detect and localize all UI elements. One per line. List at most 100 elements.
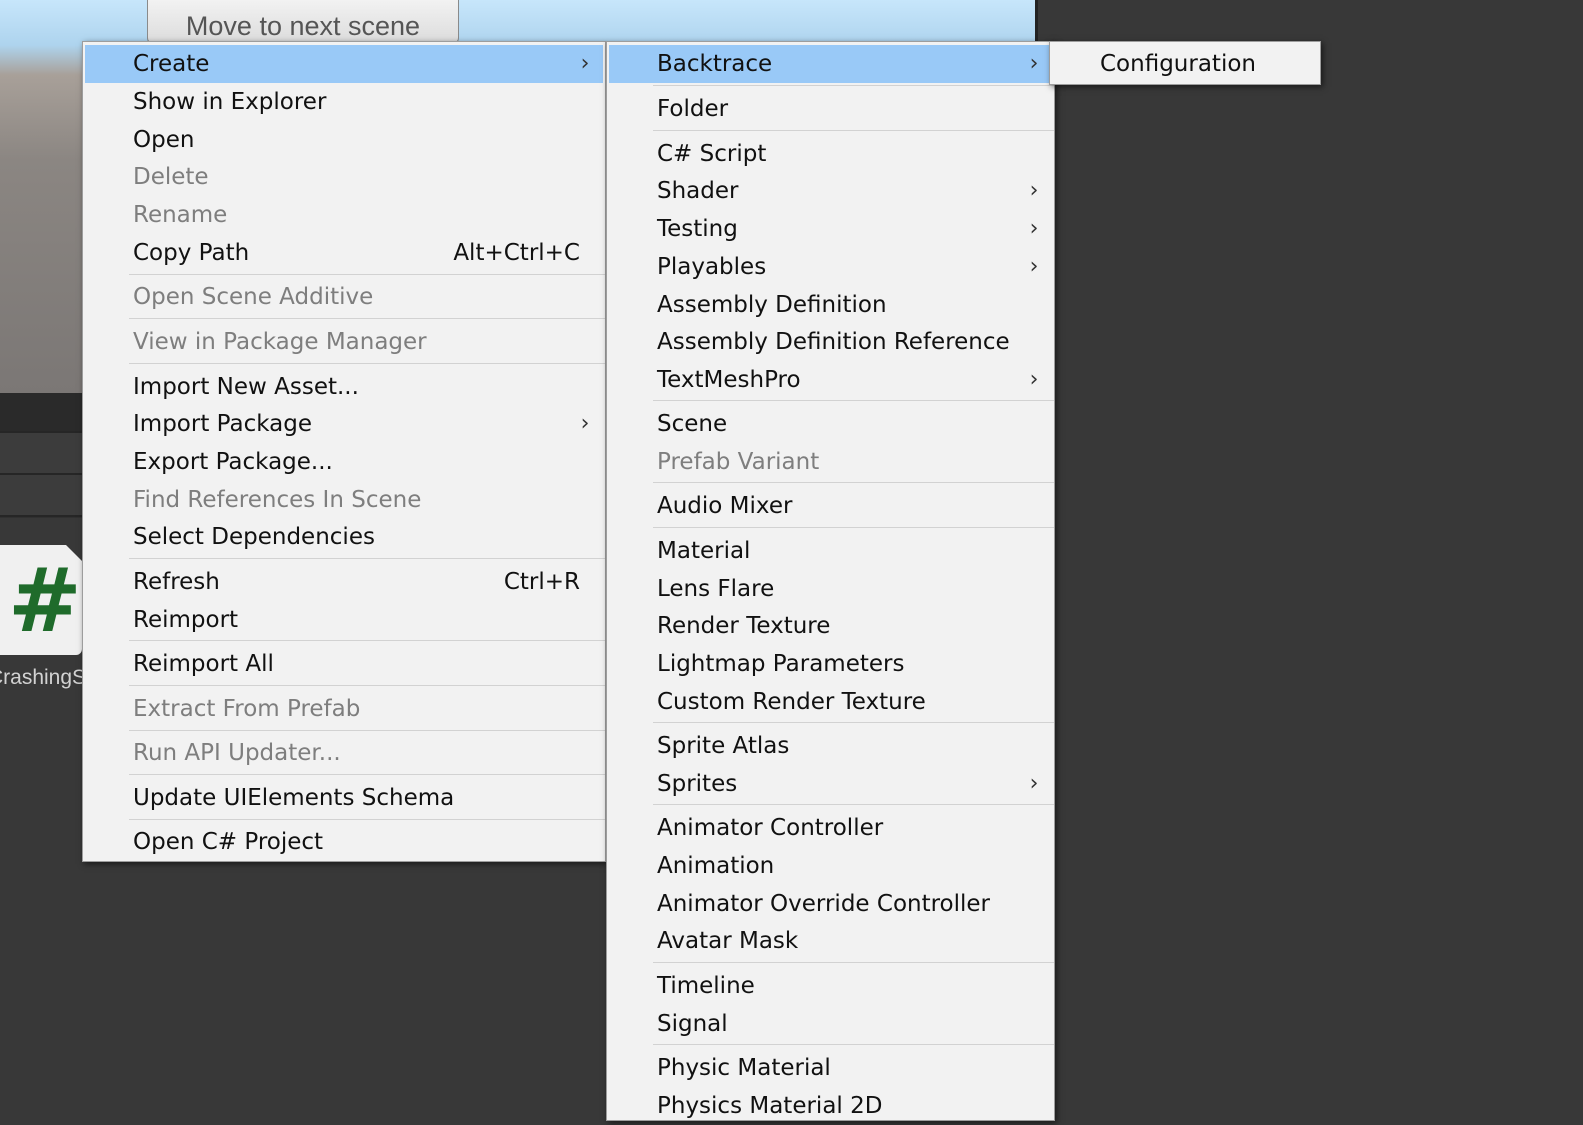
- menu-item-label: Prefab Variant: [657, 449, 820, 475]
- chevron-right-icon: ›: [580, 51, 590, 76]
- menu-item-animator-controller[interactable]: Animator Controller: [609, 809, 1052, 847]
- menu-item-label: TextMeshPro: [657, 367, 801, 393]
- menu-item-lens-flare[interactable]: Lens Flare: [609, 570, 1052, 608]
- menu-item-update-uielements-schema[interactable]: Update UIElements Schema: [85, 779, 603, 817]
- menu-item-label: Select Dependencies: [133, 524, 375, 550]
- menu-item-sprite-atlas[interactable]: Sprite Atlas: [609, 727, 1052, 765]
- menu-item-label: Open C# Project: [133, 829, 324, 855]
- menu-separator: [653, 804, 1054, 805]
- menu-item-testing[interactable]: Testing ›: [609, 210, 1052, 248]
- menu-item-configuration[interactable]: Configuration: [1052, 45, 1318, 83]
- menu-separator: [653, 400, 1054, 401]
- menu-item-scene[interactable]: Scene: [609, 405, 1052, 443]
- chevron-right-icon: ›: [1029, 254, 1039, 279]
- menu-item-label: Avatar Mask: [657, 928, 799, 954]
- menu-item-reimport[interactable]: Reimport: [85, 601, 603, 639]
- menu-item-label: Animation: [657, 853, 775, 879]
- menu-item-render-texture[interactable]: Render Texture: [609, 607, 1052, 645]
- menu-item-label: Delete: [133, 164, 209, 190]
- menu-separator: [129, 318, 605, 319]
- menu-item-import-package[interactable]: Import Package ›: [85, 405, 603, 443]
- menu-separator: [129, 274, 605, 275]
- menu-item-open[interactable]: Open: [85, 121, 603, 159]
- menu-item-audio-mixer[interactable]: Audio Mixer: [609, 487, 1052, 525]
- menu-item-label: Playables: [657, 254, 767, 280]
- menu-separator: [129, 558, 605, 559]
- menu-item-show-in-explorer[interactable]: Show in Explorer: [85, 83, 603, 121]
- editor-panel-right: [1035, 0, 1583, 1108]
- menu-item-avatar-mask[interactable]: Avatar Mask: [609, 922, 1052, 960]
- menu-item-assembly-definition-reference[interactable]: Assembly Definition Reference: [609, 323, 1052, 361]
- csharp-script-asset[interactable]: #: [0, 545, 82, 655]
- shortcut-label: Alt+Ctrl+C: [453, 240, 580, 266]
- move-to-next-scene-button[interactable]: Move to next scene: [147, 0, 459, 44]
- menu-separator: [653, 482, 1054, 483]
- toolbar-row: [0, 393, 90, 433]
- menu-item-run-api-updater: Run API Updater...: [85, 734, 603, 772]
- toolbar-row: [0, 433, 90, 475]
- menu-item-animation[interactable]: Animation: [609, 847, 1052, 885]
- chevron-right-icon: ›: [580, 411, 590, 436]
- menu-item-label: Open: [133, 127, 195, 153]
- menu-item-select-dependencies[interactable]: Select Dependencies: [85, 518, 603, 556]
- menu-item-export-package[interactable]: Export Package...: [85, 443, 603, 481]
- menu-item-copy-path[interactable]: Copy Path Alt+Ctrl+C: [85, 234, 603, 272]
- menu-item-signal[interactable]: Signal: [609, 1005, 1052, 1043]
- context-menu: Create › Show in Explorer Open Delete Ren…: [82, 41, 606, 862]
- menu-item-import-new-asset[interactable]: Import New Asset...: [85, 368, 603, 406]
- menu-item-label: Shader: [657, 178, 739, 204]
- menu-item-label: Animator Override Controller: [657, 891, 991, 917]
- menu-item-textmeshpro[interactable]: TextMeshPro ›: [609, 361, 1052, 399]
- menu-item-animator-override-controller[interactable]: Animator Override Controller: [609, 885, 1052, 923]
- menu-item-folder[interactable]: Folder: [609, 90, 1052, 128]
- menu-item-label: Run API Updater...: [133, 740, 341, 766]
- menu-item-csharp-script[interactable]: C# Script: [609, 135, 1052, 173]
- chevron-right-icon: ›: [1029, 51, 1039, 76]
- menu-item-label: Configuration: [1100, 51, 1256, 77]
- menu-item-delete: Delete: [85, 158, 603, 196]
- menu-item-label: Signal: [657, 1011, 728, 1037]
- menu-item-physic-material[interactable]: Physic Material: [609, 1049, 1052, 1087]
- menu-item-reimport-all[interactable]: Reimport All: [85, 645, 603, 683]
- menu-item-label: Animator Controller: [657, 815, 884, 841]
- menu-item-label: Update UIElements Schema: [133, 785, 455, 811]
- menu-item-custom-render-texture[interactable]: Custom Render Texture: [609, 683, 1052, 721]
- chevron-right-icon: ›: [1029, 178, 1039, 203]
- menu-item-create[interactable]: Create ›: [85, 45, 603, 83]
- menu-item-prefab-variant: Prefab Variant: [609, 443, 1052, 481]
- menu-item-label: Reimport: [133, 607, 239, 633]
- menu-item-label: Sprites: [657, 771, 738, 797]
- menu-item-refresh[interactable]: Refresh Ctrl+R: [85, 563, 603, 601]
- menu-item-timeline[interactable]: Timeline: [609, 967, 1052, 1005]
- chevron-right-icon: ›: [1029, 771, 1039, 796]
- menu-item-backtrace[interactable]: Backtrace ›: [609, 45, 1052, 83]
- menu-item-label: Render Texture: [657, 613, 831, 639]
- menu-item-material[interactable]: Material: [609, 532, 1052, 570]
- menu-item-assembly-definition[interactable]: Assembly Definition: [609, 286, 1052, 324]
- menu-item-physics-material-2d[interactable]: Physics Material 2D: [609, 1087, 1052, 1125]
- menu-item-label: Export Package...: [133, 449, 333, 475]
- menu-separator: [129, 774, 605, 775]
- menu-separator: [653, 130, 1054, 131]
- menu-item-shader[interactable]: Shader ›: [609, 172, 1052, 210]
- menu-item-label: Lens Flare: [657, 576, 775, 602]
- menu-separator: [129, 819, 605, 820]
- menu-separator: [129, 730, 605, 731]
- menu-item-label: Copy Path: [133, 240, 250, 266]
- menu-item-label: Rename: [133, 202, 228, 228]
- menu-item-label: Import New Asset...: [133, 374, 359, 400]
- menu-item-view-in-package-manager: View in Package Manager: [85, 323, 603, 361]
- menu-item-label: Material: [657, 538, 751, 564]
- menu-separator: [653, 1044, 1054, 1045]
- menu-item-label: Timeline: [657, 973, 755, 999]
- menu-item-extract-from-prefab: Extract From Prefab: [85, 690, 603, 728]
- menu-separator: [653, 962, 1054, 963]
- menu-item-label: Physic Material: [657, 1055, 831, 1081]
- menu-item-open-csharp-project[interactable]: Open C# Project: [85, 823, 603, 861]
- menu-item-label: Refresh: [133, 569, 220, 595]
- menu-item-sprites[interactable]: Sprites ›: [609, 765, 1052, 803]
- menu-item-playables[interactable]: Playables ›: [609, 248, 1052, 286]
- menu-item-lightmap-parameters[interactable]: Lightmap Parameters: [609, 645, 1052, 683]
- toolbar-row: [0, 475, 90, 517]
- menu-separator: [653, 527, 1054, 528]
